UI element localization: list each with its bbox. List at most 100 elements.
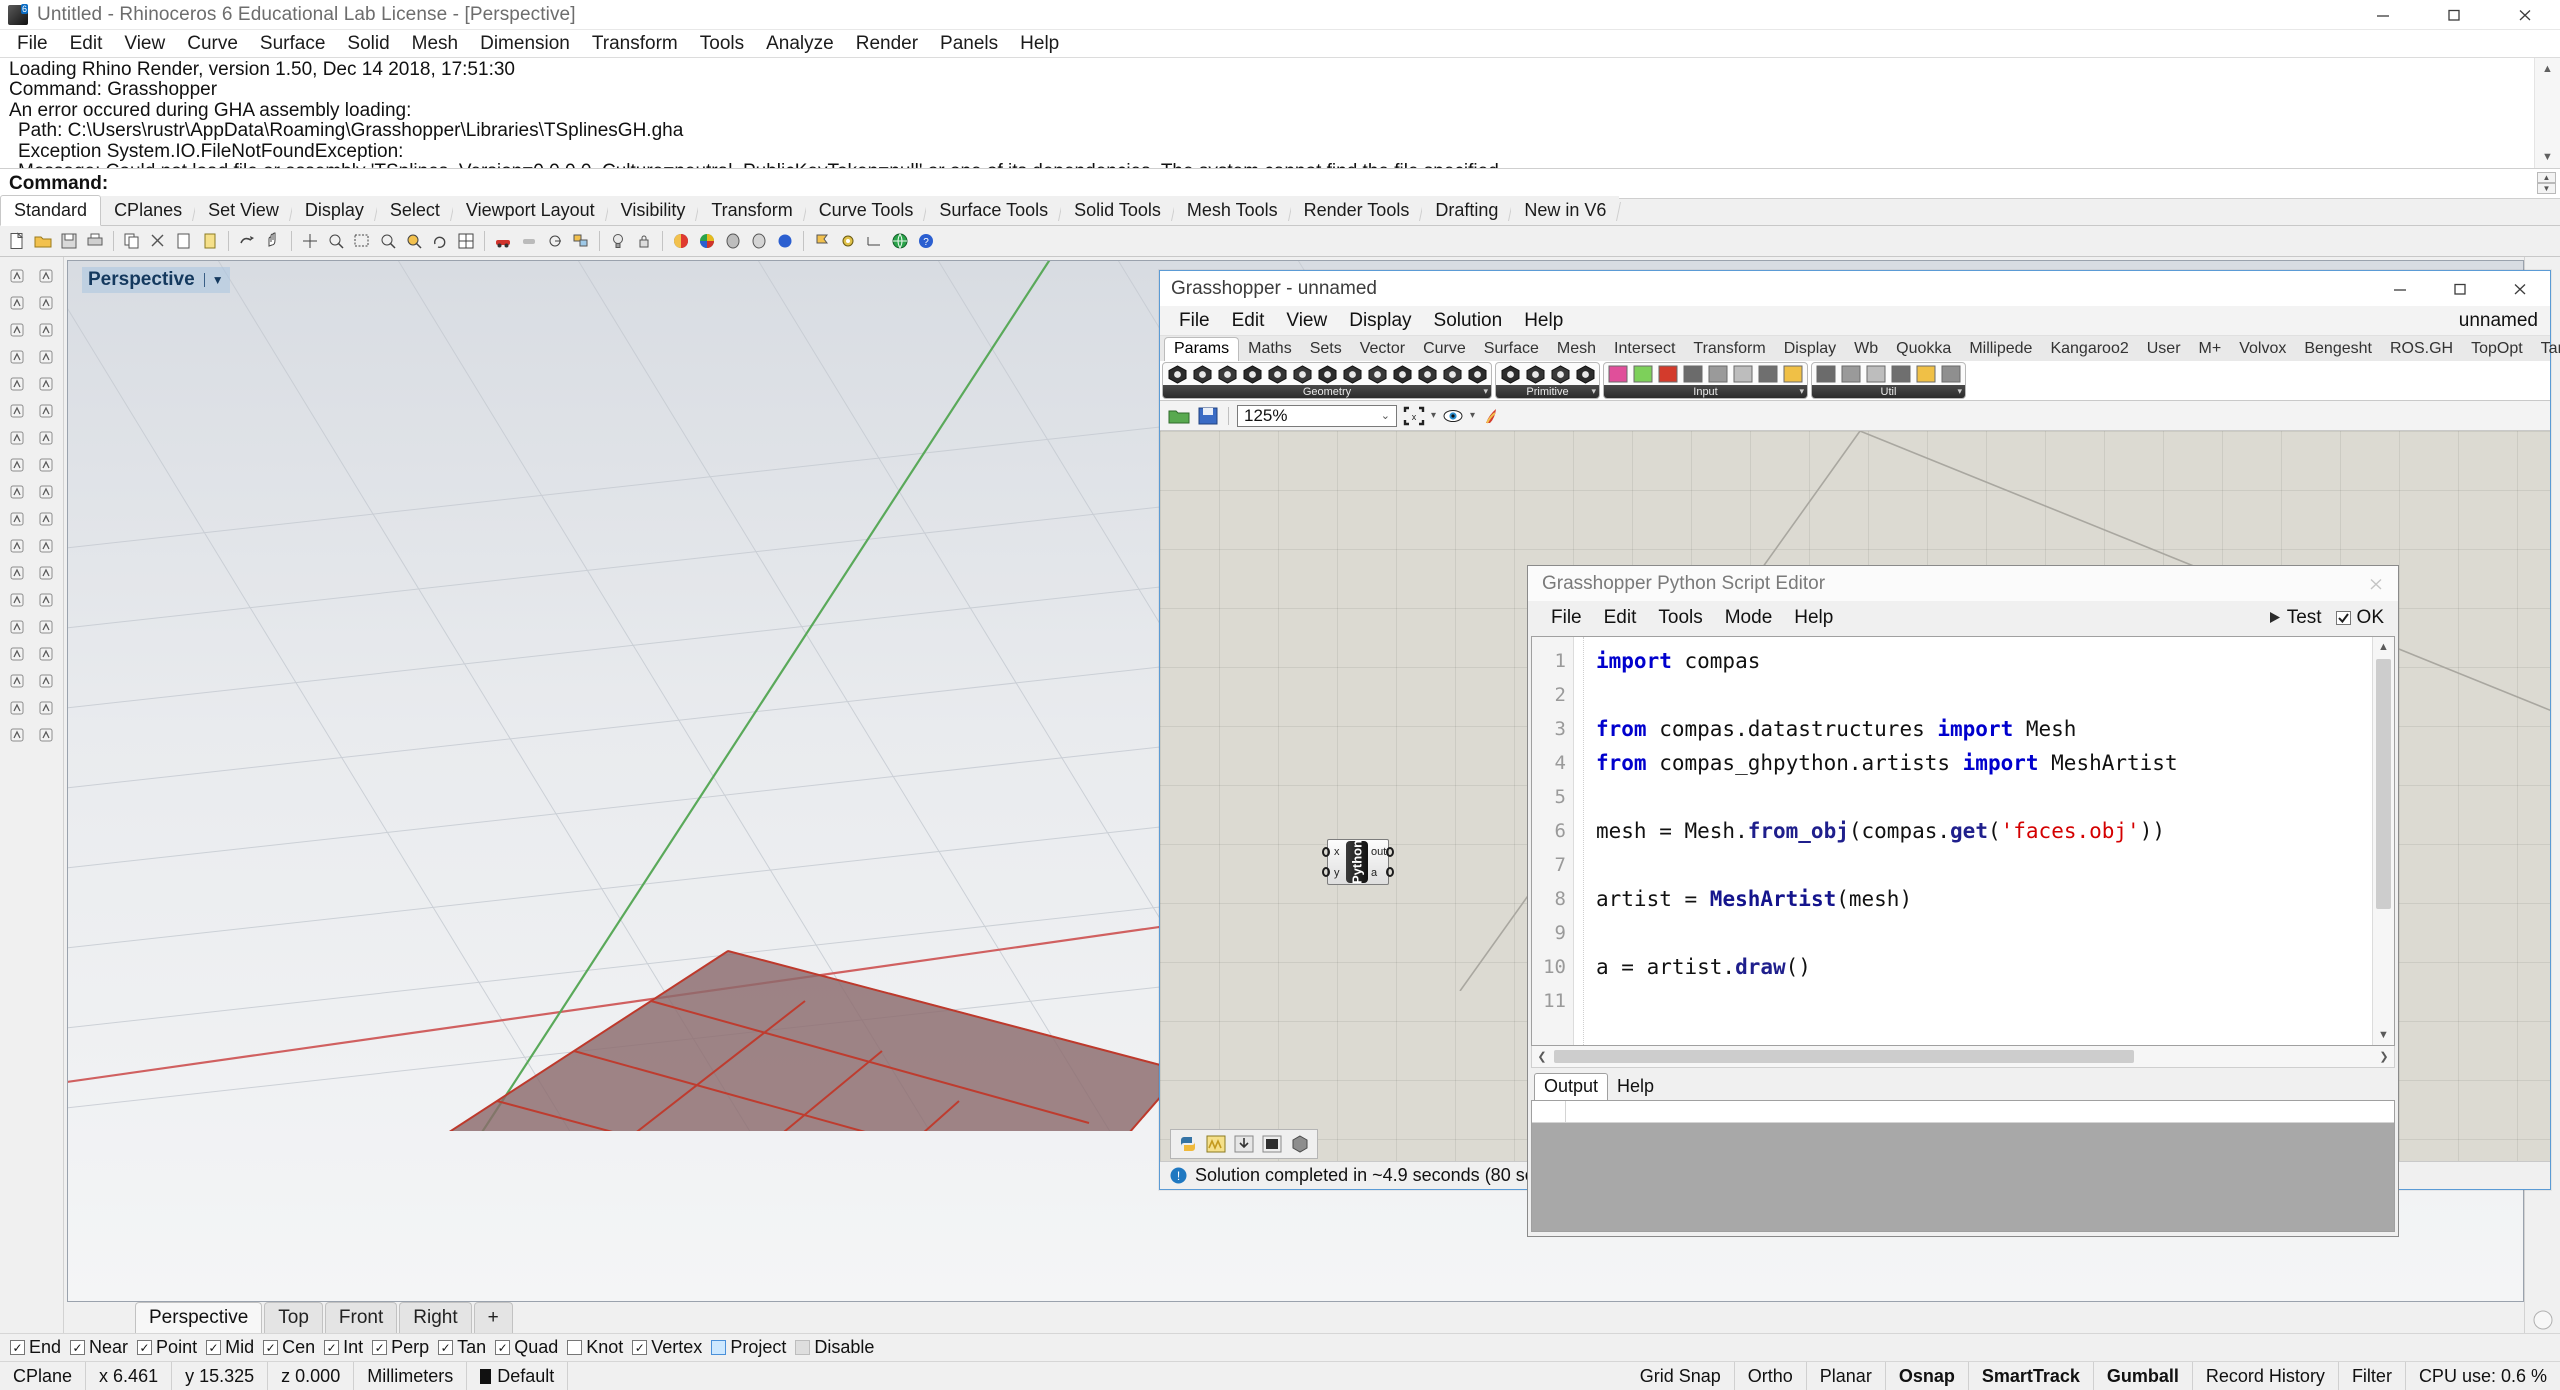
gh-ribbon-tab-tarsier[interactable]: Tarsier: [2532, 338, 2560, 361]
gh-ribbon-tab-wb[interactable]: Wb: [1845, 338, 1887, 361]
editor-panel-tab-help[interactable]: Help: [1608, 1074, 1663, 1100]
editor-menu-file[interactable]: File: [1540, 604, 1593, 632]
rhino-menu-edit[interactable]: Edit: [59, 31, 114, 56]
python-icon[interactable]: [1176, 1133, 1200, 1155]
patch-icon[interactable]: [32, 506, 60, 532]
node-title-bar[interactable]: Python: [1346, 841, 1368, 883]
save-icon[interactable]: [57, 229, 81, 253]
panel-icon[interactable]: [1260, 1133, 1284, 1155]
checkbox-icon[interactable]: ✓: [10, 1340, 25, 1355]
component-icon-primitive-3[interactable]: [1548, 363, 1572, 385]
viewport-tab-front[interactable]: Front: [325, 1302, 397, 1333]
component-icon-geometry-11[interactable]: [1415, 363, 1439, 385]
analyze-icon[interactable]: [3, 695, 31, 721]
gh-menu-solution[interactable]: Solution: [1423, 307, 1514, 335]
clipboard-icon[interactable]: [198, 229, 222, 253]
status-units[interactable]: Millimeters: [354, 1362, 467, 1390]
gh-menu-file[interactable]: File: [1168, 307, 1221, 335]
sliders-icon[interactable]: [1204, 1133, 1228, 1155]
component-icon-geometry-9[interactable]: [1365, 363, 1389, 385]
loft-icon[interactable]: [3, 479, 31, 505]
component-icon-geometry-4[interactable]: [1240, 363, 1264, 385]
close-icon[interactable]: [2354, 566, 2398, 601]
gh-ribbon-tab-bengesht[interactable]: Bengesht: [2295, 338, 2381, 361]
rhino-menu-help[interactable]: Help: [1009, 31, 1070, 56]
code-editor[interactable]: 1234567891011 import compas from compas.…: [1531, 636, 2395, 1046]
component-icon-geometry-5[interactable]: [1265, 363, 1289, 385]
component-icon-geometry-7[interactable]: [1315, 363, 1339, 385]
rhino-toolbar-tab-set-view[interactable]: Set View: [195, 196, 292, 225]
rhino-menu-solid[interactable]: Solid: [336, 31, 400, 56]
point-cloud-icon[interactable]: [32, 290, 60, 316]
rhino-toolbar-tab-transform[interactable]: Transform: [698, 196, 805, 225]
rhino-menu-surface[interactable]: Surface: [249, 31, 336, 56]
material-icon[interactable]: [669, 229, 693, 253]
text-icon[interactable]: [32, 641, 60, 667]
render-icon[interactable]: [3, 722, 31, 748]
component-icon-geometry-8[interactable]: [1340, 363, 1364, 385]
cone-icon[interactable]: [32, 560, 60, 586]
output-panel[interactable]: [1531, 1100, 2395, 1232]
component-icon-geometry-2[interactable]: [1190, 363, 1214, 385]
osnap-toggle-perp[interactable]: ✓Perp: [372, 1337, 429, 1358]
status-toggle-ortho[interactable]: Ortho: [1735, 1362, 1807, 1390]
rhino-menu-analyze[interactable]: Analyze: [755, 31, 845, 56]
help-icon[interactable]: ?: [914, 229, 938, 253]
python-component-node[interactable]: Python x y out a: [1327, 839, 1389, 885]
gh-menu-help[interactable]: Help: [1513, 307, 1574, 335]
gear-icon[interactable]: [836, 229, 860, 253]
arc-icon[interactable]: [32, 344, 60, 370]
array-icon[interactable]: [32, 668, 60, 694]
minimize-icon[interactable]: [2347, 0, 2418, 29]
chevron-down-icon[interactable]: ⌄: [1381, 409, 1390, 422]
rhino-toolbar-tab-render-tools[interactable]: Render Tools: [1291, 196, 1423, 225]
transform-icon[interactable]: [3, 668, 31, 694]
editor-menu-mode[interactable]: Mode: [1714, 604, 1784, 632]
rhino-menu-file[interactable]: File: [6, 31, 59, 56]
rhino-toolbar-tab-surface-tools[interactable]: Surface Tools: [926, 196, 1061, 225]
test-button[interactable]: Test: [2268, 607, 2322, 629]
rhino-menu-curve[interactable]: Curve: [176, 31, 249, 56]
expand-group-icon[interactable]: ▾: [1799, 386, 1804, 397]
zoom-in-icon[interactable]: [324, 229, 348, 253]
component-icon-util-5[interactable]: [1914, 363, 1938, 385]
open-folder-icon[interactable]: [1167, 405, 1191, 427]
expand-group-icon[interactable]: ▾: [1591, 386, 1596, 397]
gh-ribbon-tab-surface[interactable]: Surface: [1475, 338, 1548, 361]
bake-icon[interactable]: [1480, 405, 1504, 427]
status-toggle-osnap[interactable]: Osnap: [1886, 1362, 1969, 1390]
rhino-menu-render[interactable]: Render: [845, 31, 929, 56]
cylinder-icon[interactable]: [3, 560, 31, 586]
rhino-toolbar-tab-viewport-layout[interactable]: Viewport Layout: [453, 196, 608, 225]
command-line-spinner[interactable]: ▲ ▼: [2537, 172, 2556, 194]
component-icon-util-4[interactable]: [1889, 363, 1913, 385]
spiral-icon[interactable]: [32, 425, 60, 451]
zoom-selected-icon[interactable]: [376, 229, 400, 253]
osnap-toggle-project[interactable]: Project: [711, 1337, 786, 1358]
rhino-toolbar-tab-curve-tools[interactable]: Curve Tools: [806, 196, 927, 225]
rhino-toolbar-tab-solid-tools[interactable]: Solid Tools: [1061, 196, 1174, 225]
lock-icon[interactable]: [632, 229, 656, 253]
gh-ribbon-tab-quokka[interactable]: Quokka: [1887, 338, 1960, 361]
gh-ribbon-tab-user[interactable]: User: [2138, 338, 2190, 361]
rhino-command-line[interactable]: Command: ▲ ▼: [0, 169, 2560, 199]
pick-points-icon[interactable]: [32, 263, 60, 289]
checkbox-icon[interactable]: ✓: [372, 1340, 387, 1355]
gh-ribbon-tab-transform[interactable]: Transform: [1684, 338, 1774, 361]
editor-vertical-scrollbar[interactable]: ▲ ▼: [2372, 637, 2394, 1045]
download-icon[interactable]: [1232, 1133, 1256, 1155]
viewport-tab-perspective[interactable]: Perspective: [135, 1302, 262, 1333]
rhino-toolbar-tab-select[interactable]: Select: [377, 196, 453, 225]
chevron-down-icon[interactable]: ▾: [1431, 410, 1436, 421]
render-preview-icon[interactable]: [517, 229, 541, 253]
scroll-down-icon[interactable]: ▼: [2373, 1025, 2394, 1045]
editor-panel-tab-output[interactable]: Output: [1534, 1073, 1608, 1100]
copy-icon[interactable]: [120, 229, 144, 253]
expand-group-icon[interactable]: ▾: [1957, 386, 1962, 397]
gh-menu-display[interactable]: Display: [1338, 307, 1422, 335]
gh-ribbon-tab-ros-gh[interactable]: ROS.GH: [2381, 338, 2462, 361]
rhino-menu-dimension[interactable]: Dimension: [469, 31, 581, 56]
mesh-from-surface-icon[interactable]: [32, 614, 60, 640]
zoom-extents-icon[interactable]: [350, 229, 374, 253]
viewport-tab-right[interactable]: Right: [399, 1302, 471, 1333]
